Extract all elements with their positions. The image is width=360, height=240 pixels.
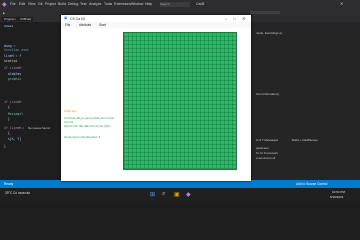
app-icon: ▣	[64, 16, 68, 20]
menu-tools[interactable]: Tools	[104, 2, 112, 6]
weather-widget[interactable]: 29°C Có mưa rào	[5, 191, 30, 195]
menu-analyze[interactable]: Analyze	[89, 2, 101, 6]
solution-title: Ca08	[196, 2, 205, 6]
issues-status: No issues found	[28, 126, 50, 130]
toolbar-dropdown[interactable]	[250, 11, 280, 14]
output-line: a document roll	[256, 156, 276, 160]
app-menu-file[interactable]: File	[65, 23, 70, 27]
tab-file[interactable]: C08Ca0	[18, 17, 34, 21]
code-line: s[X, Y]	[4, 137, 22, 141]
output-line: parameter	[256, 146, 269, 150]
menu-file[interactable]: File	[10, 2, 16, 6]
code-line: if (LineH	[4, 66, 22, 70]
clock-date: 6/10/2023	[330, 195, 344, 199]
menu-view[interactable]: View	[28, 2, 36, 6]
code-line: {	[4, 131, 10, 135]
search-input[interactable]: Search	[160, 2, 190, 7]
visual-studio-icon[interactable]: ◆	[186, 191, 191, 198]
search-icon[interactable]: ⌕	[162, 191, 165, 198]
output-line: for int Framework	[256, 151, 278, 155]
app-menu-start[interactable]: Start	[99, 23, 106, 27]
windows-start-icon[interactable]: ⊞	[150, 191, 155, 198]
messages-filter[interactable]: 0 of 7 Messages	[256, 138, 278, 142]
window-close-icon[interactable]: ✕	[242, 16, 245, 21]
app-title: CS Ca 03	[70, 16, 85, 21]
right-panel: nsole, EventArgs e) Icon.Information); 0…	[252, 22, 360, 180]
menu-window[interactable]: Window	[131, 2, 143, 6]
game-grid[interactable]	[123, 32, 237, 170]
app-window: ▣ CS Ca 03 – □ ✕ File Attribute Start Nh…	[61, 15, 251, 181]
tab-program[interactable]: Program	[2, 17, 18, 21]
ide-menubar: ◆ File Edit View Git Project Build Debug…	[0, 0, 360, 10]
code-line: {	[4, 105, 10, 109]
build-filter[interactable]: Build + IntelliSense	[292, 138, 318, 142]
code-line: Sunction even	[4, 48, 29, 52]
code-snippet: nsole, EventArgs e)	[256, 31, 283, 35]
menu-git[interactable]: Git	[38, 2, 42, 6]
code-line: if (LineH	[4, 100, 22, 104]
menu-help[interactable]: Help	[145, 2, 152, 6]
menu-edit[interactable]: Edit	[19, 2, 25, 6]
code-line: if (LineH	[4, 126, 22, 130]
file-explorer-icon[interactable]: ▣	[174, 191, 180, 198]
maximize-icon[interactable]: □	[233, 16, 235, 21]
source-control-button[interactable]: Add to Source Control	[296, 182, 327, 186]
menu-extensions[interactable]: Extensions	[114, 2, 131, 6]
visual-studio-logo: ◆	[2, 2, 7, 8]
menu-project[interactable]: Project	[45, 2, 56, 6]
code-line: Messagel	[4, 112, 24, 116]
minimize-icon[interactable]: –	[225, 16, 227, 21]
code-line: stat(mi	[4, 59, 18, 63]
menu-build[interactable]: Build	[58, 2, 66, 6]
app-menubar: File Attribute Start	[61, 22, 251, 28]
clock-time: 10:54 PM	[332, 190, 345, 194]
code-line: oldplay	[4, 72, 22, 76]
code-snippet: Icon.Information);	[256, 92, 280, 96]
info-line-1: Có lẽ bạn đã gọi game thuận và có cuộn c…	[64, 116, 115, 124]
menu-test[interactable]: Test	[80, 2, 86, 6]
taskbar: 29°C Có mưa rào ⊞ ⌕ ▣ ◆ 10:54 PM 6/10/20…	[0, 188, 360, 202]
code-line: }	[4, 117, 10, 121]
info-line-2: Người chơi dẫn đầu tính với sẽ 2 tiền	[64, 124, 111, 128]
breadcrumb[interactable]: Class1	[4, 24, 13, 28]
code-line: graphic	[4, 77, 22, 81]
status-ready: Ready	[4, 182, 14, 186]
code-line: }	[4, 144, 6, 148]
close-icon[interactable]: ✕	[340, 1, 343, 6]
info-title: Nhập liệu	[64, 109, 77, 113]
menu-debug[interactable]: Debug	[68, 2, 78, 6]
run-icon[interactable]: ▶	[3, 11, 5, 15]
status-bar: Ready Add to Source Control	[0, 180, 360, 188]
info-panel: Nhập liệu Có lẽ bạn đã gọi game thuận và…	[64, 109, 116, 161]
code-line: lineH = f	[4, 54, 22, 58]
info-line-3: Ghi là người chơi đạt được 3	[64, 135, 101, 139]
app-menu-attribute[interactable]: Attribute	[79, 23, 91, 27]
check-icon: ✔	[22, 126, 25, 130]
